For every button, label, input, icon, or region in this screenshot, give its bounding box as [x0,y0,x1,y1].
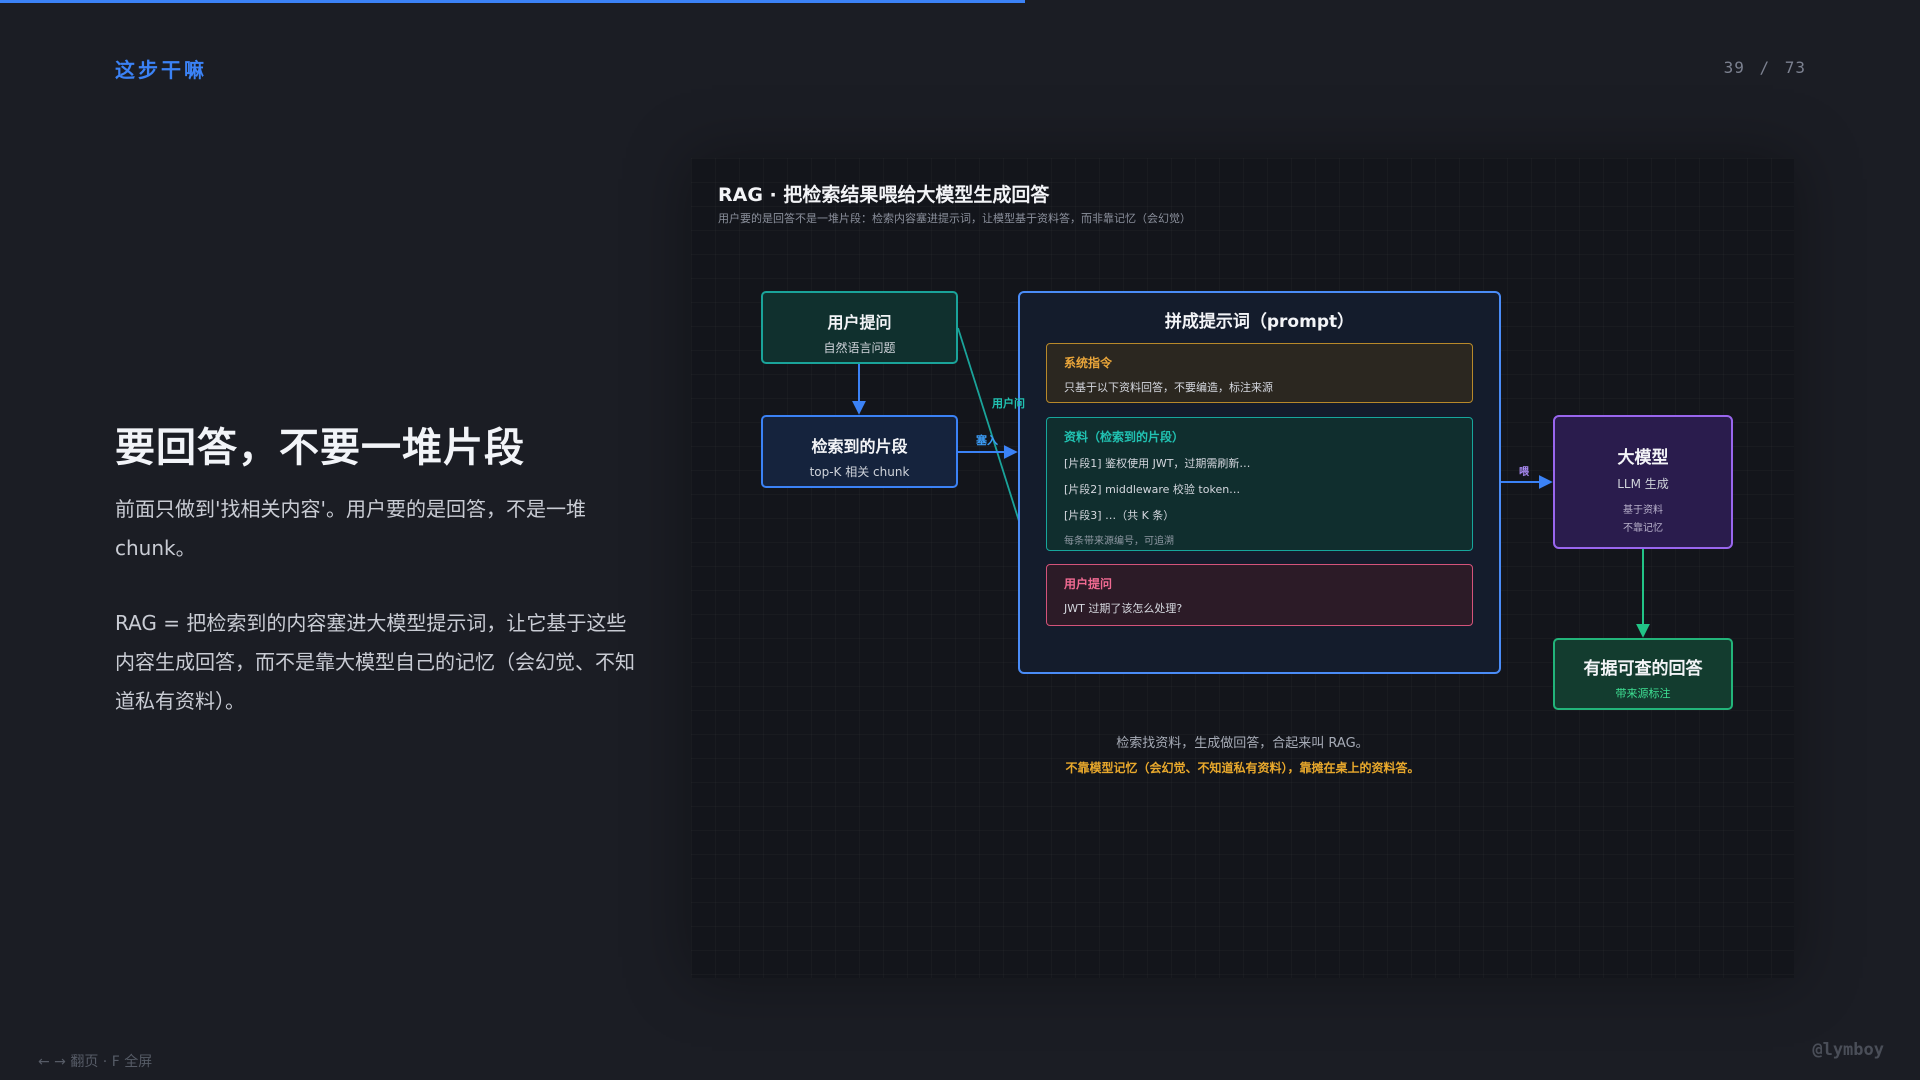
node-prompt: 拼成提示词（prompt） 系统指令 只基于以下资料回答，不要编造，标注来源 资… [1018,291,1501,674]
edge-label-feed: 喂 [1519,467,1529,478]
material-chunk-1: [片段1] 鉴权使用 JWT，过期需刷新… [1064,457,1251,470]
prompt-title: 拼成提示词（prompt） [1164,312,1355,332]
diagram-caption-highlight: 不靠模型记忆（会幻觉、不知道私有资料），靠摊在桌上的资料答。 [1065,761,1420,775]
system-instruction-text: 只基于以下资料回答，不要编造，标注来源 [1064,381,1273,394]
prompt-user-text: JWT 过期了该怎么处理? [1064,602,1183,615]
node-retrieved-chunks: 检索到的片段 top-K 相关 chunk [761,415,958,488]
author-watermark: @lymboy [1812,1040,1884,1060]
node-retrieved-sub: top-K 相关 chunk [809,465,910,479]
slide-paragraph-intro: 前面只做到'找相关内容'。用户要的是回答，不是一堆 chunk。 [115,497,586,560]
prompt-user-question: 用户提问 JWT 过期了该怎么处理? [1046,564,1473,626]
prompt-material: 资料（检索到的片段） [片段1] 鉴权使用 JWT，过期需刷新… [片段2] m… [1046,417,1473,551]
material-heading: 资料（检索到的片段） [1064,430,1185,444]
section-label: 这步干嘛 [115,58,207,82]
diagram-card: RAG · 把检索结果喂给大模型生成回答 用户要的是回答不是一堆片段：检索内容塞… [691,158,1794,978]
system-instruction-heading: 系统指令 [1064,356,1113,370]
node-llm-sub: LLM 生成 [1617,477,1669,491]
material-chunk-2: [片段2] middleware 校验 token… [1064,483,1241,496]
node-llm-notes: 基于资料 不靠记忆 [1555,502,1731,538]
node-answer-sub: 带来源标注 [1615,687,1671,700]
node-llm-note-1: 基于资料 [1623,505,1663,516]
prompt-user-heading: 用户提问 [1064,577,1113,591]
prompt-system-instruction: 系统指令 只基于以下资料回答，不要编造，标注来源 [1046,343,1473,403]
node-retrieved-title: 检索到的片段 [811,437,908,456]
edge-label-insert: 塞入 [976,434,998,447]
node-llm: 大模型 LLM 生成 基于资料 不靠记忆 [1553,415,1733,549]
diagram-caption: 检索找资料，生成做回答，合起来叫 RAG。 [1116,736,1369,751]
node-llm-note-2: 不靠记忆 [1623,523,1663,534]
node-user-question-sub: 自然语言问题 [823,341,896,355]
slide-paragraph-rag-definition: RAG = 把检索到的内容塞进大模型提示词，让它基于这些内容生成回答，而不是靠大… [115,611,635,713]
progress-bar [0,0,1920,3]
node-answer: 有据可查的回答 带来源标注 [1553,638,1733,710]
node-user-question-title: 用户提问 [827,313,892,332]
material-note: 每条带来源编号，可追溯 [1064,536,1174,547]
slide-heading: 要回答，不要一堆片段 [115,425,525,471]
edge-label-user-ask: 用户问 [992,397,1025,410]
material-chunk-3: [片段3] …（共 K 条） [1064,509,1175,522]
node-answer-title: 有据可查的回答 [1583,659,1703,679]
keyboard-nav-hint: ← → 翻页 · F 全屏 [38,1054,153,1070]
progress-bar-fill [0,0,1026,3]
page-counter: 39 / 73 [1723,58,1806,77]
node-llm-title: 大模型 [1617,448,1669,468]
node-user-question: 用户提问 自然语言问题 [761,291,958,364]
